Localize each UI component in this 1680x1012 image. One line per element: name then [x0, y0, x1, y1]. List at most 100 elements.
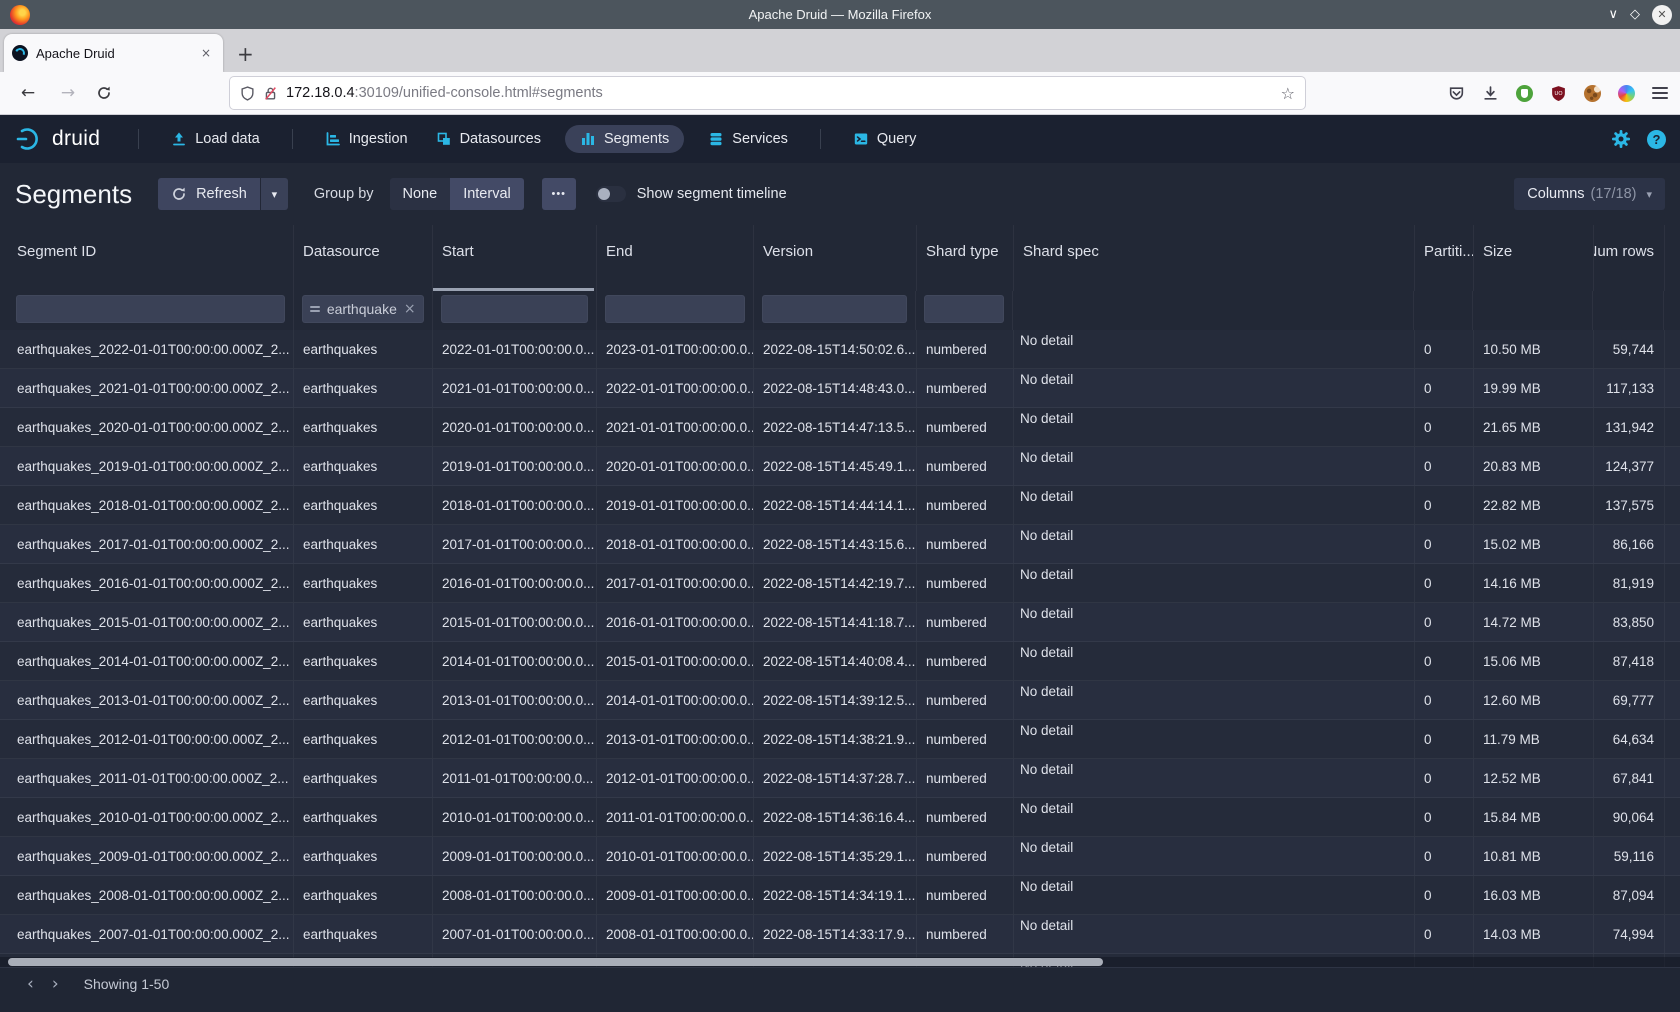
cell-filler [1665, 837, 1680, 875]
tab-title: Apache Druid [36, 46, 197, 61]
tab-bar: Apache Druid × + [0, 29, 1680, 72]
cell-datasource: earthquakes [294, 486, 433, 524]
shield-icon[interactable] [240, 86, 255, 101]
filter-input-segment_id[interactable] [16, 295, 285, 323]
cell-num_rows: 67,841 [1594, 759, 1665, 797]
cookie-extension-icon[interactable] [1584, 85, 1601, 102]
page-title: Segments [15, 179, 132, 210]
filter-input-start[interactable] [441, 295, 588, 323]
back-icon[interactable]: ← [16, 83, 40, 103]
table-row: earthquakes_2021-01-01T00:00:00.000Z_2..… [0, 369, 1680, 408]
cell-num_rows: 69,777 [1594, 681, 1665, 719]
filter-input-shard_type[interactable] [924, 295, 1004, 323]
cell-shard_spec: No detail [1014, 876, 1415, 914]
cell-partition: 0 [1415, 564, 1474, 602]
column-header-shard_type[interactable]: Shard type [917, 225, 1014, 291]
bookmark-star-icon[interactable]: ☆ [1281, 84, 1295, 103]
forward-icon[interactable]: → [56, 83, 80, 103]
column-header-datasource[interactable]: Datasource [294, 225, 433, 291]
cell-shard_type: numbered [917, 369, 1014, 407]
filter-cell-start [433, 291, 597, 330]
column-header-segment_id[interactable]: Segment ID [8, 225, 294, 291]
url-text[interactable]: 172.18.0.4:30109/unified-console.html#se… [286, 85, 1281, 101]
cell-end: 2014-01-01T00:00:00.0... [597, 681, 754, 719]
column-header-version[interactable]: Version [754, 225, 917, 291]
cell-filler [1665, 486, 1680, 524]
insecure-lock-icon[interactable] [263, 86, 278, 101]
filter-input-version[interactable] [762, 295, 908, 323]
filter-tag-remove-icon[interactable]: × [404, 301, 416, 317]
tab-apache-druid[interactable]: Apache Druid × [4, 34, 223, 72]
nav-divider [138, 129, 139, 149]
window-maximize-icon[interactable]: ◇ [1630, 8, 1640, 21]
cell-segment_id: earthquakes_2020-01-01T00:00:00.000Z_2..… [8, 408, 294, 446]
cell-end: 2011-01-01T00:00:00.0... [597, 798, 754, 836]
svg-text:UO: UO [1555, 91, 1563, 97]
cell-version: 2022-08-15T14:33:17.9... [754, 915, 917, 953]
cell-start: 2008-01-01T00:00:00.0... [433, 876, 597, 914]
group-by-none-button[interactable]: None [390, 178, 451, 210]
help-icon[interactable]: ? [1647, 130, 1666, 149]
extension-green-icon[interactable] [1516, 85, 1533, 102]
window-titlebar: Apache Druid — Mozilla Firefox ∨ ◇ ✕ [0, 0, 1680, 29]
filter-cell-size [1473, 291, 1593, 330]
nav-item-services[interactable]: Services [708, 131, 788, 147]
filter-input-end[interactable] [605, 295, 745, 323]
nav-item-segments[interactable]: Segments [565, 125, 684, 153]
column-header-num_rows[interactable]: Num rows [1594, 225, 1665, 291]
cell-shard_spec: No detail [1014, 603, 1415, 641]
cell-segment_id: earthquakes_2007-01-01T00:00:00.000Z_2..… [8, 915, 294, 953]
window-close-icon[interactable]: ✕ [1652, 5, 1672, 25]
cell-num_rows: 117,133 [1594, 369, 1665, 407]
cell-shard_spec: No detail [1014, 642, 1415, 680]
cell-size: 11.79 MB [1474, 720, 1594, 758]
ublock-icon[interactable]: UO [1550, 85, 1567, 102]
segment-timeline-toggle[interactable] [596, 186, 626, 202]
download-icon[interactable] [1482, 85, 1499, 102]
column-header-end[interactable]: End [597, 225, 754, 291]
more-options-button[interactable]: ••• [542, 178, 576, 210]
horizontal-scrollbar-thumb[interactable] [8, 958, 1103, 966]
new-tab-button[interactable]: + [237, 42, 254, 72]
cell-filler [1665, 330, 1680, 368]
nav-item-query[interactable]: Query [853, 131, 917, 147]
refresh-button[interactable]: Refresh [158, 178, 260, 210]
cell-version: 2022-08-15T14:34:19.1... [754, 876, 917, 914]
extension-colorful-icon[interactable] [1618, 85, 1635, 102]
druid-favicon [12, 45, 28, 61]
cell-partition: 0 [1415, 876, 1474, 914]
cell-partition: 0 [1415, 447, 1474, 485]
column-header-shard_spec[interactable]: Shard spec [1014, 225, 1415, 291]
nav-label: Datasources [460, 131, 541, 147]
column-header-start[interactable]: Start [433, 225, 597, 291]
cell-shard_spec: No detail [1014, 564, 1415, 602]
druid-brand-text: druid [52, 127, 100, 151]
menu-icon[interactable] [1652, 87, 1668, 99]
group-by-interval-button[interactable]: Interval [450, 178, 524, 210]
cell-size: 10.50 MB [1474, 330, 1594, 368]
cell-shard_spec: No detail [1014, 915, 1415, 953]
horizontal-scrollbar-track[interactable] [0, 957, 1680, 967]
nav-item-ingestion[interactable]: Ingestion [325, 131, 408, 147]
column-header-size[interactable]: Size [1474, 225, 1594, 291]
cell-partition: 0 [1415, 408, 1474, 446]
segments-page-header: Segments Refresh ▾ Group by None Interva… [0, 163, 1680, 225]
url-bar[interactable]: 172.18.0.4:30109/unified-console.html#se… [230, 77, 1305, 109]
nav-item-datasources[interactable]: Datasources [436, 131, 541, 147]
chevron-right-icon[interactable]: › [43, 974, 68, 994]
tab-close-icon[interactable]: × [197, 44, 215, 62]
settings-gear-icon[interactable] [1611, 129, 1631, 149]
columns-button[interactable]: Columns (17/18) ▾ [1514, 178, 1665, 210]
filter-input-datasource[interactable]: earthquake× [302, 295, 424, 323]
cell-end: 2017-01-01T00:00:00.0... [597, 564, 754, 602]
window-shade-icon[interactable]: ∨ [1608, 8, 1618, 21]
chevron-left-icon[interactable]: ‹ [18, 974, 43, 994]
cell-segment_id: earthquakes_2017-01-01T00:00:00.000Z_2..… [8, 525, 294, 563]
column-header-partition[interactable]: Partiti... [1415, 225, 1474, 291]
filter-icon [310, 306, 320, 312]
refresh-options-caret[interactable]: ▾ [260, 178, 288, 210]
reload-icon[interactable] [96, 85, 120, 101]
group-by-segmented-control: None Interval [390, 178, 524, 210]
nav-item-load-data[interactable]: Load data [171, 131, 260, 147]
pocket-icon[interactable] [1448, 85, 1465, 102]
